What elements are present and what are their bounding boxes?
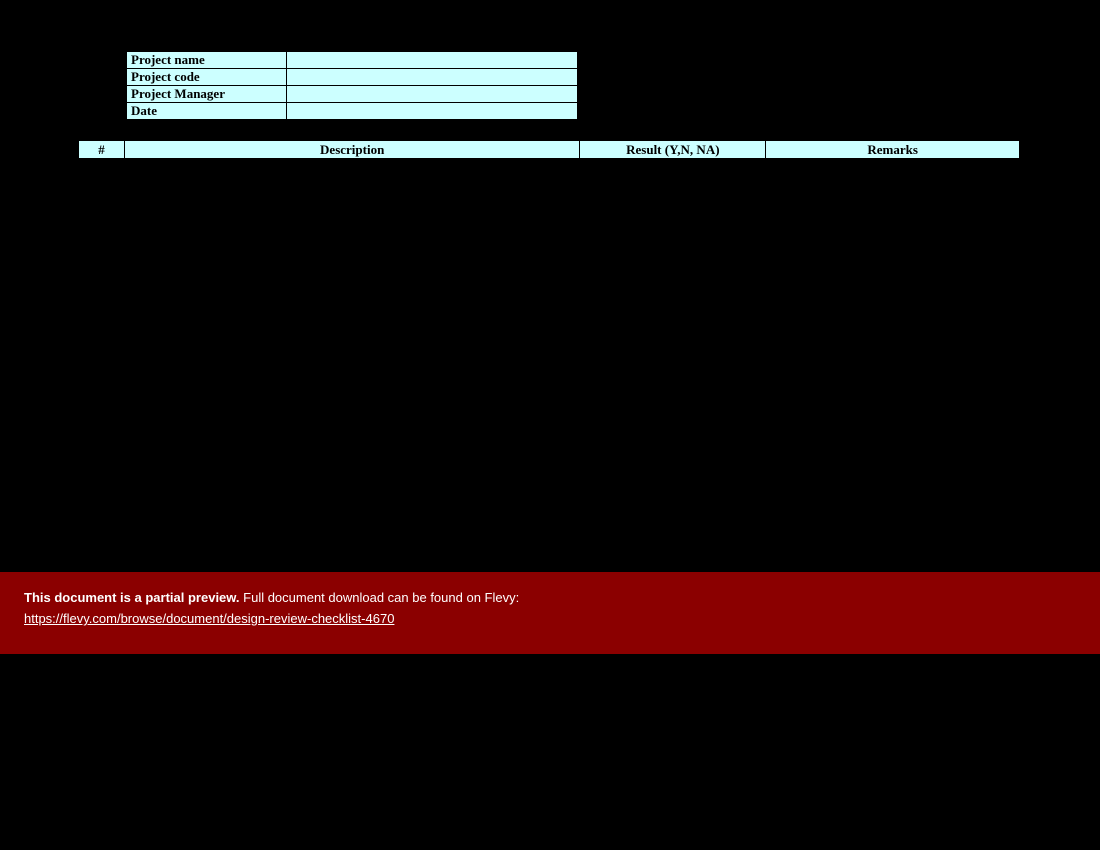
- date-label: Date: [127, 103, 287, 120]
- preview-banner: This document is a partial preview. Full…: [0, 572, 1100, 654]
- checklist-header-row: # Description Result (Y,N, NA) Remarks: [79, 141, 1020, 159]
- project-code-row: Project code: [127, 69, 578, 86]
- header-remarks: Remarks: [766, 141, 1020, 159]
- header-num: #: [79, 141, 125, 159]
- date-row: Date: [127, 103, 578, 120]
- header-description: Description: [124, 141, 579, 159]
- banner-bold-text: This document is a partial preview.: [24, 590, 240, 605]
- date-value[interactable]: [286, 103, 577, 120]
- project-info-table: Project name Project code Project Manage…: [126, 51, 578, 120]
- project-manager-label: Project Manager: [127, 86, 287, 103]
- banner-rest-text: Full document download can be found on F…: [240, 590, 520, 605]
- project-name-row: Project name: [127, 52, 578, 69]
- project-code-label: Project code: [127, 69, 287, 86]
- banner-text: This document is a partial preview. Full…: [24, 590, 1076, 605]
- project-manager-row: Project Manager: [127, 86, 578, 103]
- project-name-value[interactable]: [286, 52, 577, 69]
- project-name-label: Project name: [127, 52, 287, 69]
- project-manager-value[interactable]: [286, 86, 577, 103]
- checklist-table: # Description Result (Y,N, NA) Remarks: [78, 140, 1020, 159]
- project-code-value[interactable]: [286, 69, 577, 86]
- header-result: Result (Y,N, NA): [580, 141, 766, 159]
- banner-link[interactable]: https://flevy.com/browse/document/design…: [24, 611, 394, 626]
